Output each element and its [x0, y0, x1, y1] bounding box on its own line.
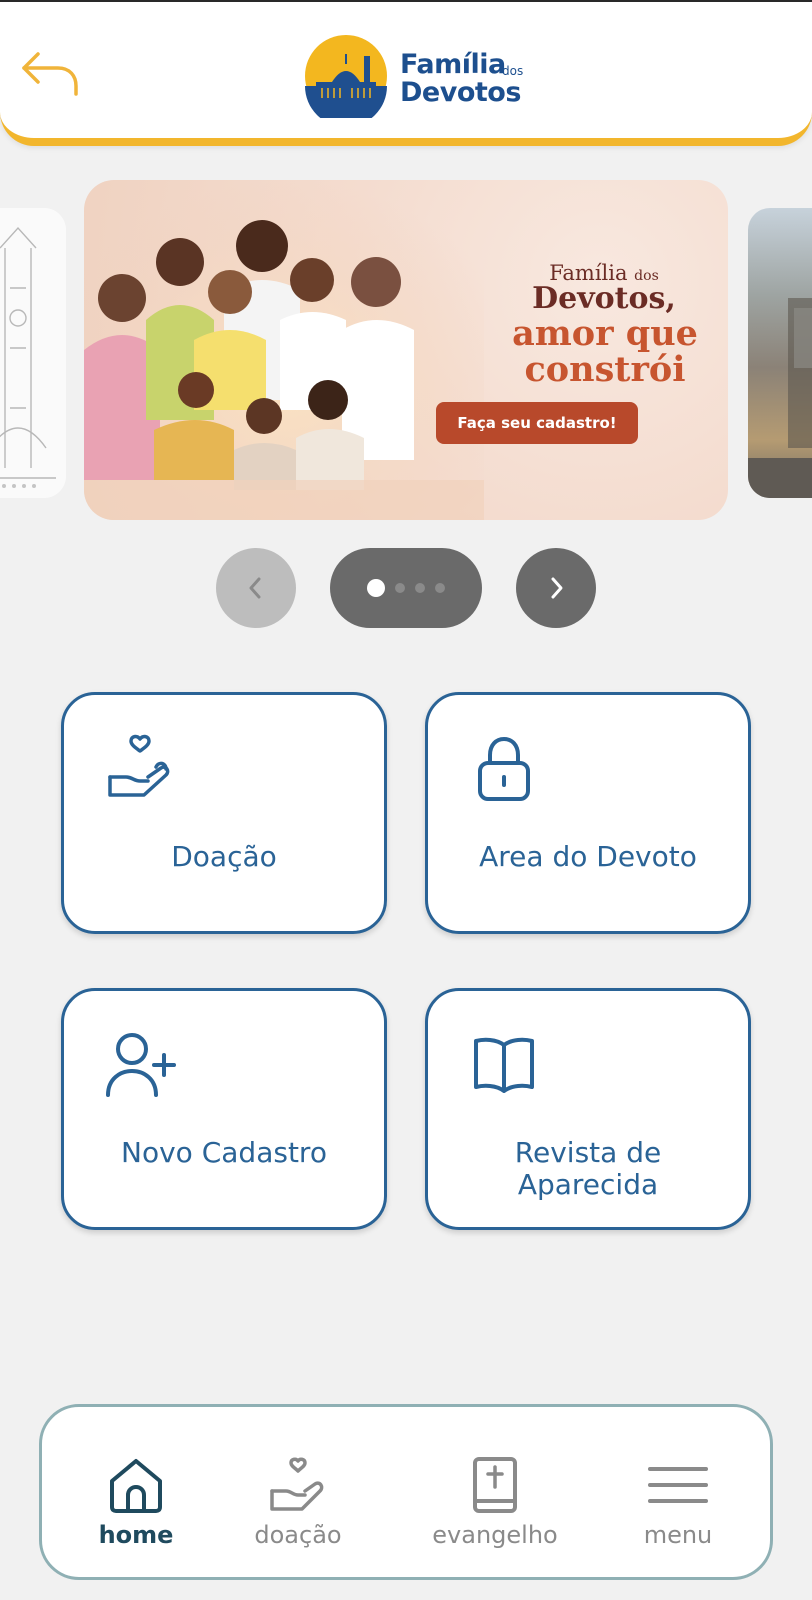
new-registration-card-label: Novo Cadastro	[121, 1136, 327, 1169]
carousel-slide-previous[interactable]	[0, 208, 66, 498]
chevron-right-icon	[551, 577, 563, 599]
nav-label-donation: doação	[254, 1521, 342, 1549]
devotee-area-card-label: Area do Devoto	[479, 840, 697, 873]
back-button[interactable]	[18, 44, 82, 100]
carousel-dot-2[interactable]	[395, 583, 405, 593]
back-arrow-icon	[22, 52, 78, 96]
carousel-dot-1[interactable]	[367, 579, 385, 597]
carousel-indicator	[330, 548, 482, 628]
nav-label-gospel: evangelho	[432, 1521, 558, 1549]
chevron-left-icon	[249, 577, 261, 599]
carousel-prev-button[interactable]	[216, 548, 296, 628]
carousel-dot-4[interactable]	[435, 583, 445, 593]
banner-title-constroi-line: constrói	[524, 349, 686, 390]
hamburger-menu-icon	[648, 1467, 708, 1503]
bible-icon	[473, 1457, 517, 1513]
banner-cta-button[interactable]: Faça seu cadastro!	[436, 402, 638, 444]
nav-label-home: home	[98, 1521, 174, 1549]
home-icon	[110, 1459, 162, 1513]
basilica-logo-icon	[305, 35, 387, 118]
carousel-slide-next[interactable]	[748, 208, 812, 498]
nav-item-donation[interactable]: doação	[228, 1443, 368, 1553]
nav-item-home[interactable]: home	[66, 1443, 206, 1553]
banner-title-amor-line: amor que	[512, 313, 698, 354]
monument-sketch-image	[0, 208, 66, 498]
devotee-area-card[interactable]: Area do Devoto	[425, 692, 751, 934]
magazine-card-label: Revista de Aparecida	[428, 1137, 748, 1201]
open-book-icon	[474, 1037, 534, 1093]
heart-hand-icon	[270, 1457, 324, 1511]
carousel-dot-3[interactable]	[415, 583, 425, 593]
family-photo-image	[84, 180, 484, 520]
magazine-card-label-line1: Revista de	[514, 1136, 662, 1169]
bottom-navigation: home doação evangelho menu	[39, 1404, 773, 1580]
add-user-icon	[106, 1033, 176, 1097]
brand-name-line2: Devotos	[400, 77, 521, 108]
banner-carousel[interactable]: Família dos Devotos, amor que constrói F…	[0, 180, 812, 520]
nav-item-gospel[interactable]: evangelho	[425, 1443, 565, 1553]
nav-label-menu: menu	[643, 1521, 713, 1549]
heart-hand-icon	[108, 734, 170, 797]
banner-title-amor: amor que constrói	[480, 316, 728, 388]
nav-item-menu[interactable]: menu	[608, 1443, 748, 1553]
app-header: Família dos Devotos	[0, 2, 812, 146]
brand-logo: Família dos Devotos	[304, 34, 544, 124]
carousel-slide-active[interactable]: Família dos Devotos, amor que constrói F…	[84, 180, 728, 520]
donation-card[interactable]: Doação	[61, 692, 387, 934]
building-photo-image	[748, 298, 812, 498]
donation-card-label: Doação	[171, 840, 277, 873]
new-registration-card[interactable]: Novo Cadastro	[61, 988, 387, 1230]
magazine-card[interactable]: Revista de Aparecida	[425, 988, 751, 1230]
lock-icon	[478, 736, 530, 801]
brand-name-line1: Família	[400, 49, 506, 80]
carousel-next-button[interactable]	[516, 548, 596, 628]
magazine-card-label-line2: Aparecida	[517, 1168, 659, 1201]
brand-name-dos: dos	[502, 64, 524, 78]
banner-title-devotos: Devotos,	[532, 281, 676, 316]
